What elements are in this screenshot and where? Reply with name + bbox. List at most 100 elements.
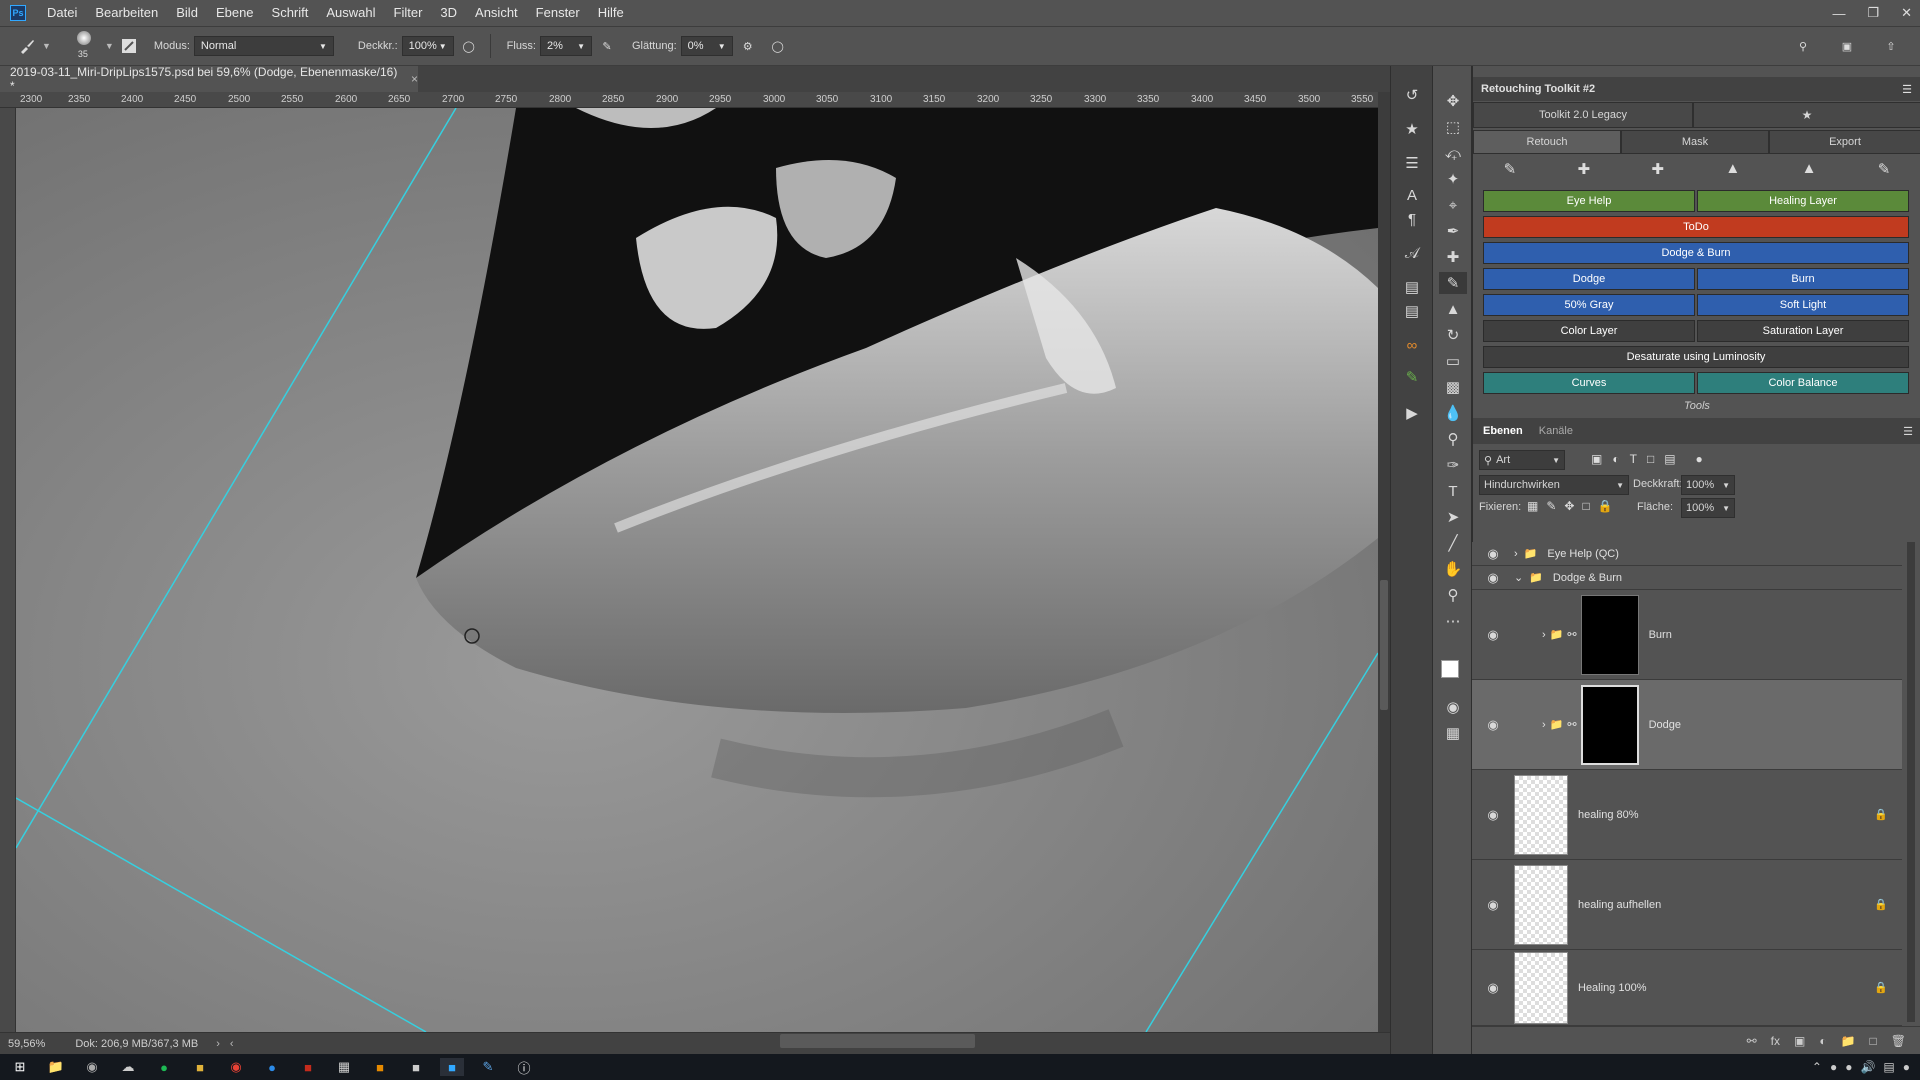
- network-icon[interactable]: ▤: [1883, 1060, 1894, 1074]
- close-tab-icon[interactable]: ×: [411, 72, 418, 86]
- minimize-icon[interactable]: —: [1832, 6, 1845, 21]
- close-window-icon[interactable]: ✕: [1901, 5, 1912, 21]
- retouch-plugin-icon[interactable]: ✎: [1398, 366, 1426, 388]
- filter-toggle-icon[interactable]: ●: [1696, 452, 1703, 466]
- character-icon[interactable]: A: [1398, 184, 1426, 206]
- menu-ansicht[interactable]: Ansicht: [466, 0, 527, 26]
- glyphs-icon[interactable]: 𝒜: [1398, 242, 1426, 264]
- horizontal-scroll-thumb[interactable]: [780, 1034, 975, 1048]
- app-icon[interactable]: ✎: [476, 1058, 500, 1076]
- soft-light-button[interactable]: Soft Light: [1697, 294, 1909, 316]
- properties-icon[interactable]: ☰: [1398, 152, 1426, 174]
- menu-hilfe[interactable]: Hilfe: [589, 0, 633, 26]
- healing-brush-tool-icon[interactable]: ✚: [1439, 246, 1467, 268]
- bridge-icon[interactable]: ■: [368, 1058, 392, 1076]
- search-icon[interactable]: ⚲: [1792, 35, 1814, 57]
- libraries-icon[interactable]: ▤: [1398, 276, 1426, 298]
- menu-fenster[interactable]: Fenster: [527, 0, 589, 26]
- notes-icon[interactable]: ▤: [1398, 300, 1426, 322]
- adjustment-layer-icon[interactable]: ◐: [1819, 1034, 1826, 1048]
- layer-mask-thumbnail[interactable]: [1580, 684, 1639, 765]
- eye-help-button[interactable]: Eye Help: [1483, 190, 1695, 212]
- filter-smart-object-icon[interactable]: ▤: [1664, 452, 1675, 466]
- menu-ebene[interactable]: Ebene: [207, 0, 263, 26]
- airbrush-icon[interactable]: ✎: [596, 35, 618, 57]
- tab-channels[interactable]: Kanäle: [1533, 425, 1579, 437]
- fill-input[interactable]: 100% ▼: [1681, 498, 1735, 518]
- saturation-layer-button[interactable]: Saturation Layer: [1697, 320, 1909, 342]
- hand-tool-icon[interactable]: ✋: [1439, 558, 1467, 580]
- layer-thumbnail[interactable]: [1514, 864, 1568, 945]
- link-layers-icon[interactable]: ⚯: [1747, 1034, 1757, 1048]
- dodge-tool-icon[interactable]: ⚲: [1439, 428, 1467, 450]
- restore-icon[interactable]: ❐: [1867, 5, 1879, 21]
- layer-row[interactable]: ◉ › 📁 ⚯ Burn: [1472, 590, 1902, 680]
- desaturate-button[interactable]: Desaturate using Luminosity: [1483, 346, 1909, 368]
- app-icon[interactable]: ■: [404, 1058, 428, 1076]
- eye-icon[interactable]: ◉: [1482, 570, 1504, 586]
- tray-chevron-icon[interactable]: ⌃: [1812, 1060, 1822, 1074]
- add-mask-icon[interactable]: ▣: [1794, 1034, 1805, 1048]
- actions-play-icon[interactable]: ▶: [1398, 402, 1426, 424]
- brush-preset-picker[interactable]: 35: [65, 29, 105, 63]
- layer-opacity-input[interactable]: 100% ▼: [1681, 475, 1735, 495]
- layer-filter-select[interactable]: ⚲ Art ▼: [1479, 450, 1565, 470]
- layer-row[interactable]: ◉ ⌄ 📁 Dodge & Burn: [1472, 566, 1902, 590]
- eye-icon[interactable]: ◉: [1482, 807, 1504, 823]
- new-layer-icon[interactable]: □: [1870, 1034, 1877, 1048]
- smoothing-input[interactable]: 0% ▼: [680, 36, 733, 56]
- lock-all-icon[interactable]: 🔒: [1598, 499, 1613, 513]
- volume-icon[interactable]: 🔊: [1860, 1060, 1875, 1074]
- filter-type-icon[interactable]: T: [1630, 452, 1637, 466]
- pressure-size-icon[interactable]: ◯: [767, 35, 789, 57]
- zoom-level[interactable]: 59,56%: [8, 1038, 45, 1050]
- plugin-icon[interactable]: ∞: [1398, 334, 1426, 356]
- panel-menu-icon[interactable]: ☰: [1902, 83, 1912, 96]
- menu-3d[interactable]: 3D: [431, 0, 466, 26]
- crop-tool-icon[interactable]: ⌖: [1439, 194, 1467, 216]
- tab-layers[interactable]: Ebenen: [1473, 425, 1533, 437]
- menu-schrift[interactable]: Schrift: [263, 0, 318, 26]
- bandage-icon[interactable]: ✚: [1578, 160, 1591, 184]
- burn-button[interactable]: Burn: [1697, 268, 1909, 290]
- eyedropper-tool-icon[interactable]: ✒: [1439, 220, 1467, 242]
- zoom-tool-icon[interactable]: ⚲: [1439, 584, 1467, 606]
- vertical-scrollbar[interactable]: [1378, 92, 1390, 1032]
- pressure-opacity-icon[interactable]: ◯: [458, 35, 480, 57]
- tab-mask[interactable]: Mask: [1621, 130, 1769, 154]
- toolkit-version-tab[interactable]: Toolkit 2.0 Legacy: [1473, 102, 1693, 128]
- todo-button[interactable]: ToDo: [1483, 216, 1909, 238]
- type-tool-icon[interactable]: T: [1439, 480, 1467, 502]
- menu-filter[interactable]: Filter: [385, 0, 432, 26]
- filter-shape-icon[interactable]: □: [1647, 452, 1654, 466]
- paragraph-icon[interactable]: ¶: [1398, 208, 1426, 230]
- lock-artboard-icon[interactable]: □: [1582, 499, 1589, 513]
- layer-row[interactable]: ◉ Healing 100% 🔒: [1472, 950, 1902, 1026]
- app-icon[interactable]: ●: [260, 1058, 284, 1076]
- chevron-right-icon[interactable]: ›: [1542, 629, 1546, 641]
- lock-pixels-icon[interactable]: ✎: [1546, 499, 1556, 513]
- tray-app-icon[interactable]: ●: [1830, 1060, 1837, 1074]
- layers-scrollbar[interactable]: [1907, 542, 1915, 1022]
- eraser-tool-icon[interactable]: ▭: [1439, 350, 1467, 372]
- bandage-icon[interactable]: ✚: [1651, 160, 1664, 184]
- filezilla-icon[interactable]: ■: [296, 1058, 320, 1076]
- app-icon[interactable]: ◉: [80, 1058, 104, 1076]
- new-group-icon[interactable]: 📁: [1841, 1034, 1856, 1048]
- image-canvas[interactable]: [16, 108, 1378, 1032]
- brush-panel-icon[interactable]: [118, 35, 140, 57]
- filter-pixel-icon[interactable]: ▣: [1591, 452, 1602, 466]
- dodge-burn-button[interactable]: Dodge & Burn: [1483, 242, 1909, 264]
- vertical-scroll-thumb[interactable]: [1380, 580, 1388, 710]
- more-tools-icon[interactable]: ⋯: [1439, 610, 1467, 632]
- pen-tool-icon[interactable]: ✑: [1439, 454, 1467, 476]
- mixer-brush-icon[interactable]: ✎: [1878, 160, 1891, 184]
- curves-button[interactable]: Curves: [1483, 372, 1695, 394]
- chevron-right-icon[interactable]: ›: [1514, 548, 1518, 560]
- eye-icon[interactable]: ◉: [1482, 546, 1504, 562]
- line-tool-icon[interactable]: ╱: [1439, 532, 1467, 554]
- tab-export[interactable]: Export: [1769, 130, 1920, 154]
- eye-icon[interactable]: ◉: [1482, 897, 1504, 913]
- fx-icon[interactable]: fx: [1771, 1034, 1780, 1048]
- panel-menu-icon[interactable]: ☰: [1903, 425, 1913, 438]
